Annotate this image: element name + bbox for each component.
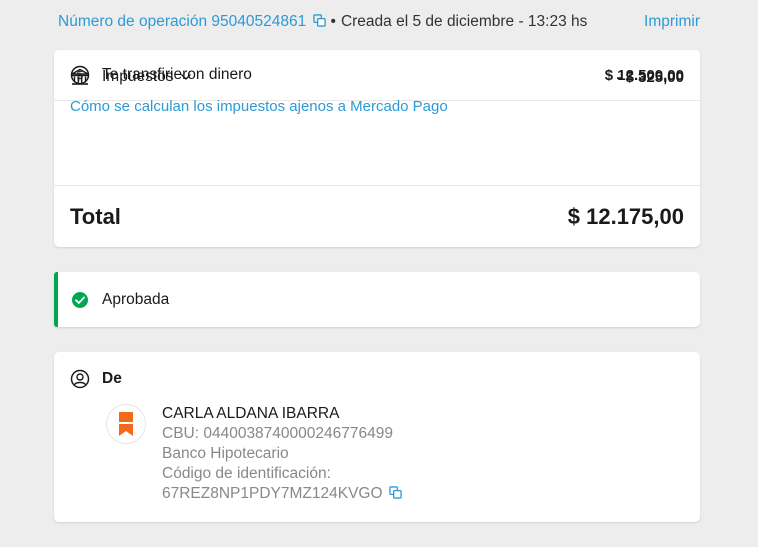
sender-bank: Banco Hipotecario xyxy=(162,445,289,462)
status-card: Aprobada xyxy=(54,272,700,327)
bank-logo-icon xyxy=(106,404,146,444)
print-link[interactable]: Imprimir xyxy=(644,13,700,31)
bank-icon xyxy=(70,67,90,87)
operation-header: Número de operación 95040524861 • Creada… xyxy=(58,12,700,32)
operation-number: Número de operación 95040524861 xyxy=(58,13,307,30)
header-separator: • xyxy=(330,13,336,30)
total-amount: $ 12.175,00 xyxy=(567,203,684,229)
sender-header: De xyxy=(70,368,122,390)
sender-title: De xyxy=(102,370,122,387)
check-circle-icon xyxy=(70,290,90,310)
sender-name: CARLA ALDANA IBARRA xyxy=(162,405,340,422)
taxes-section: Impuestos - $ 325,00 Cómo se calculan lo… xyxy=(54,50,700,185)
taxes-amount: - $ 325,00 xyxy=(616,68,684,86)
sender-cbu: CBU: 0440038740000246776499 xyxy=(162,425,393,442)
copy-icon[interactable] xyxy=(389,486,402,499)
user-circle-icon xyxy=(70,369,90,389)
creation-date: Creada el 5 de diciembre - 13:23 hs xyxy=(340,13,588,30)
taxes-row[interactable]: Impuestos - $ 325,00 xyxy=(70,66,684,88)
summary-card: $ Te transfirieron dinero $ 12.500,00 Im… xyxy=(54,50,700,247)
identification-label: Código de identificación: xyxy=(162,465,331,482)
copy-icon[interactable] xyxy=(312,14,326,27)
sender-card: De CARLA ALDANA IBARRA CBU: 044003874000… xyxy=(54,352,700,522)
operation-number-link[interactable]: Número de operación 95040524861 xyxy=(58,13,326,31)
status-row: Aprobada xyxy=(58,272,700,327)
status-label: Aprobada xyxy=(102,290,170,308)
chevron-down-icon[interactable] xyxy=(180,71,192,83)
identification-row: 67REZ8NP1PDY7MZ124KVGO xyxy=(162,484,402,504)
total-row: Total $ 12.175,00 xyxy=(54,186,700,247)
identification-code: 67REZ8NP1PDY7MZ124KVGO xyxy=(162,485,383,502)
sender-details: CARLA ALDANA IBARRA CBU: 044003874000024… xyxy=(162,404,402,504)
taxes-label: Impuestos xyxy=(102,68,174,85)
taxes-info-link[interactable]: Cómo se calculan los impuestos ajenos a … xyxy=(70,98,448,115)
total-label: Total xyxy=(70,203,121,229)
